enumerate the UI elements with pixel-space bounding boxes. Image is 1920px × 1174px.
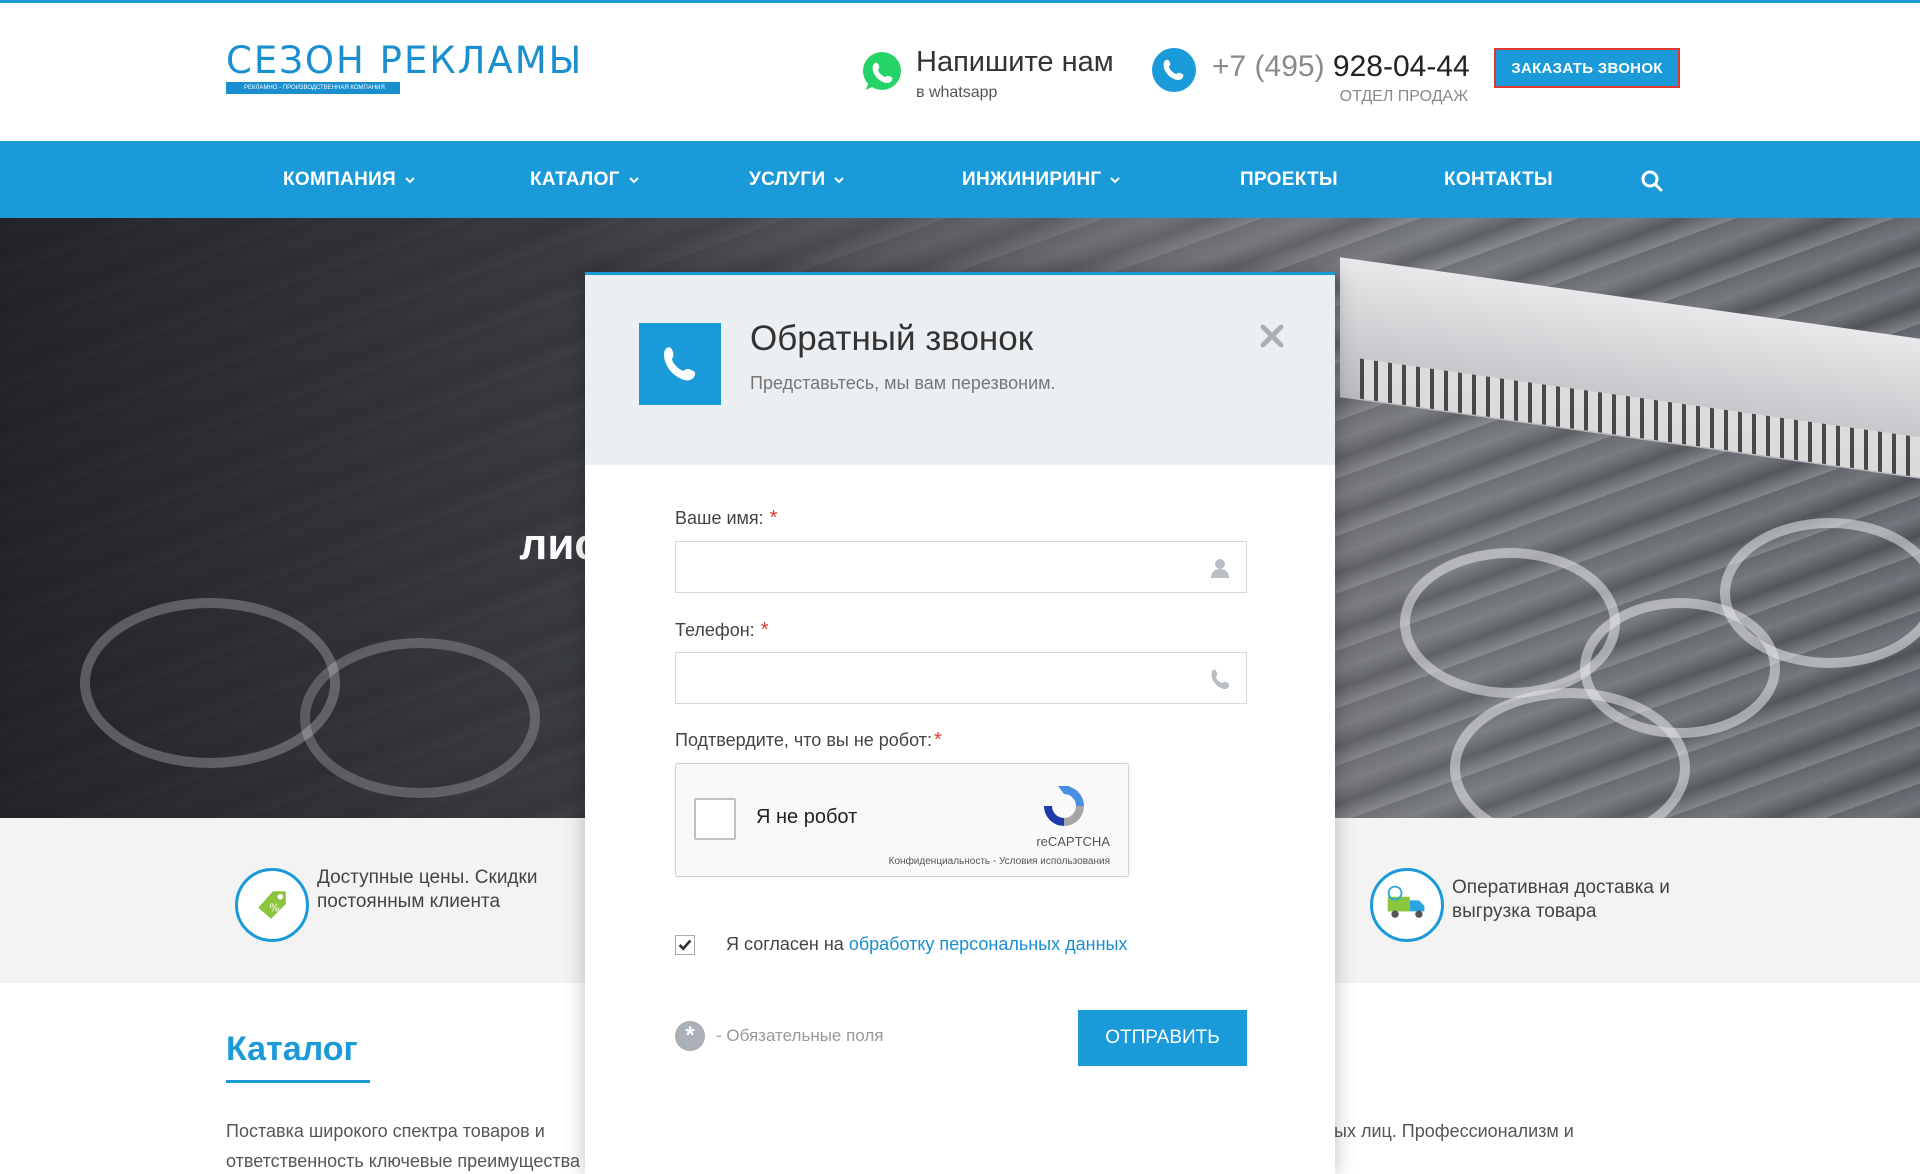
privacy-link[interactable]: обработку персональных данных bbox=[849, 934, 1128, 954]
feature-delivery-text: Оперативная доставка и выгрузка товара bbox=[1452, 877, 1670, 922]
modal-title: Обратный звонок bbox=[750, 319, 1034, 358]
site-logo[interactable]: СЕЗОН РЕКЛАМЫ РЕКЛАМНО - ПРОИЗВОДСТВЕННА… bbox=[226, 39, 584, 98]
recaptcha-brand: reCAPTCHA bbox=[1036, 834, 1110, 849]
modal-header: Обратный звонок Представьтесь, мы вам пе… bbox=[585, 275, 1335, 465]
whatsapp-subtitle: в whatsapp bbox=[916, 84, 998, 101]
phone-input[interactable] bbox=[676, 653, 1246, 703]
chevron-down-icon bbox=[834, 176, 845, 183]
nav-label: КАТАЛОГ bbox=[530, 168, 620, 190]
recaptcha-text: Я не робот bbox=[756, 806, 858, 828]
recaptcha-checkbox[interactable] bbox=[694, 798, 736, 840]
recaptcha-links[interactable]: Конфиденциальность - Условия использован… bbox=[889, 856, 1110, 867]
phone-label-text: Телефон: bbox=[675, 620, 755, 640]
logo-text: СЕЗОН РЕКЛАМЫ bbox=[226, 39, 584, 82]
required-mark: * bbox=[760, 619, 769, 641]
catalog-text-right: ых лиц. Профессионализм и bbox=[1334, 1121, 1574, 1141]
hero-acrylic-ring bbox=[80, 598, 340, 768]
name-label: Ваше имя: * bbox=[675, 507, 777, 530]
nav-item-engineering[interactable]: ИНЖИНИРИНГ bbox=[962, 141, 1121, 218]
phone-number[interactable]: +7 (495) 928-04-44 bbox=[1212, 50, 1470, 84]
main-nav: КОМПАНИЯ КАТАЛОГ УСЛУГИ ИНЖИНИРИНГ ПРОЕК… bbox=[0, 141, 1920, 218]
nav-item-projects[interactable]: ПРОЕКТЫ bbox=[1240, 141, 1338, 218]
modal-subtitle: Представьтесь, мы вам перезвоним. bbox=[750, 373, 1056, 393]
nav-label: КОНТАКТЫ bbox=[1444, 168, 1553, 190]
phone-icon bbox=[639, 323, 721, 405]
feature-delivery: Оперативная доставка и выгрузка товара bbox=[1370, 818, 1710, 983]
catalog-underline bbox=[226, 1080, 370, 1083]
agree-label: Я согласен на обработку персональных дан… bbox=[726, 934, 1127, 955]
recaptcha-widget: Я не робот reCAPTCHA Конфиденциальность … bbox=[675, 763, 1129, 877]
name-field[interactable] bbox=[675, 541, 1247, 593]
agree-checkbox[interactable] bbox=[675, 935, 695, 955]
submit-button[interactable]: ОТПРАВИТЬ bbox=[1078, 1010, 1247, 1066]
chevron-down-icon bbox=[405, 176, 415, 183]
phone-icon bbox=[1152, 48, 1196, 92]
nav-item-company[interactable]: КОМПАНИЯ bbox=[283, 141, 416, 218]
name-input[interactable] bbox=[676, 542, 1246, 592]
phone-department: ОТДЕЛ ПРОДАЖ bbox=[1339, 88, 1468, 105]
required-note: - Обязательные поля bbox=[716, 1026, 884, 1045]
checkmark-icon bbox=[678, 939, 692, 951]
nav-label: ПРОЕКТЫ bbox=[1240, 168, 1338, 190]
phone-icon bbox=[1211, 669, 1229, 690]
whatsapp-icon bbox=[863, 52, 901, 90]
phone-prefix: +7 (495) bbox=[1212, 50, 1325, 83]
feature-prices: % Доступные цены. Скидки постоянным клие… bbox=[235, 818, 595, 983]
delivery-truck-icon bbox=[1370, 868, 1444, 942]
whatsapp-contact[interactable]: Напишите нам в whatsapp bbox=[860, 46, 1140, 106]
svg-text:%: % bbox=[269, 901, 279, 914]
phone-label: Телефон: * bbox=[675, 619, 768, 642]
phone-field[interactable] bbox=[675, 652, 1247, 704]
callback-modal: Обратный звонок Представьтесь, мы вам пе… bbox=[585, 272, 1335, 1174]
discount-tag-icon: % bbox=[235, 868, 309, 942]
user-icon bbox=[1211, 559, 1229, 578]
nav-label: ИНЖИНИРИНГ bbox=[962, 168, 1102, 190]
phone-digits: 928-04-44 bbox=[1332, 50, 1470, 83]
chevron-down-icon bbox=[1110, 176, 1121, 183]
whatsapp-title: Напишите нам bbox=[916, 46, 1114, 78]
nav-label: УСЛУГИ bbox=[749, 168, 826, 190]
name-label-text: Ваше имя: bbox=[675, 508, 764, 528]
hero-acrylic-ring bbox=[300, 638, 540, 798]
order-call-button[interactable]: ЗАКАЗАТЬ ЗВОНОК bbox=[1494, 48, 1680, 88]
feature-prices-text: Доступные цены. Скидки постоянным клиент… bbox=[317, 867, 538, 912]
nav-item-services[interactable]: УСЛУГИ bbox=[749, 141, 845, 218]
search-icon[interactable] bbox=[1640, 169, 1664, 193]
agree-text: Я согласен на bbox=[726, 934, 844, 954]
asterisk-icon: * bbox=[675, 1021, 705, 1051]
required-mark: * bbox=[933, 729, 942, 751]
nav-item-catalog[interactable]: КАТАЛОГ bbox=[530, 141, 640, 218]
nav-label: КОМПАНИЯ bbox=[283, 168, 397, 190]
nav-item-contacts[interactable]: КОНТАКТЫ bbox=[1444, 141, 1553, 218]
chevron-down-icon bbox=[629, 176, 639, 183]
captcha-label: Подтвердите, что вы не робот: * bbox=[675, 729, 942, 752]
close-icon[interactable] bbox=[1257, 321, 1287, 351]
catalog-text-line1: Поставка широкого спектра товаров и bbox=[226, 1121, 545, 1141]
catalog-title: Каталог bbox=[226, 1030, 358, 1068]
recaptcha-logo-icon bbox=[1044, 786, 1084, 826]
captcha-label-text: Подтвердите, что вы не робот: bbox=[675, 730, 932, 750]
top-accent-line bbox=[0, 0, 1920, 3]
phone-contact[interactable]: +7 (495) 928-04-44 ОТДЕЛ ПРОДАЖ bbox=[1152, 48, 1472, 108]
required-mark: * bbox=[769, 507, 778, 529]
logo-tagline: РЕКЛАМНО - ПРОИЗВОДСТВЕННАЯ КОМПАНИЯ bbox=[226, 82, 400, 94]
